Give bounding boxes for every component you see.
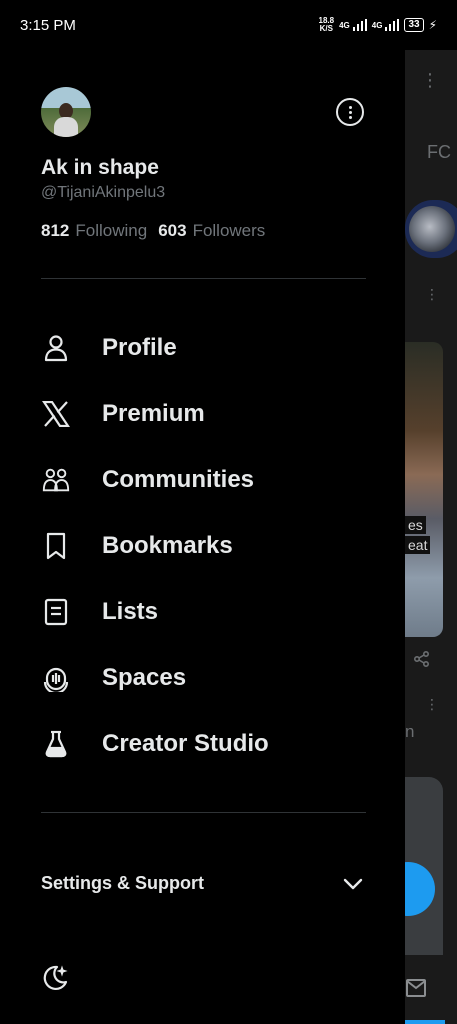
following-label: Following [75, 221, 148, 240]
menu-label: Bookmarks [102, 532, 233, 559]
menu-item-premium[interactable]: Premium [0, 384, 405, 444]
status-bar: 3:15 PM 18.8 K/S 4G 4G 33 ⚡ [0, 0, 457, 50]
account-options-button[interactable] [336, 98, 364, 126]
followers-label: Followers [192, 221, 266, 240]
flask-icon [41, 729, 71, 759]
communities-icon [41, 465, 71, 495]
navigation-drawer: Ak in shape @TijaniAkinpelu3 812 Followin… [0, 0, 405, 1024]
chevron-down-icon [341, 872, 365, 896]
avatar[interactable] [41, 87, 91, 137]
battery-indicator: 33 [404, 18, 424, 32]
user-handle[interactable]: @TijaniAkinpelu3 [41, 184, 165, 202]
follow-stats: 812 Following 603 Followers [41, 221, 265, 241]
post-text-fragment: n [405, 722, 415, 741]
media-caption-bottom: eat [405, 536, 431, 554]
spaces-icon [41, 663, 71, 693]
menu-item-creator-studio[interactable]: Creator Studio [0, 714, 405, 774]
space-avatar [409, 206, 455, 252]
sim2-network-label: 4G [371, 20, 383, 30]
settings-support-toggle[interactable]: Settings & Support [0, 862, 405, 904]
divider [41, 278, 366, 279]
menu-label: Spaces [102, 664, 187, 691]
x-logo-icon [41, 399, 71, 429]
menu-label: Premium [102, 400, 205, 427]
signal-icon [385, 19, 400, 31]
post-media-image[interactable] [405, 342, 443, 637]
list-icon [41, 597, 71, 627]
charging-icon: ⚡ [428, 18, 437, 32]
share-icon[interactable] [413, 650, 431, 673]
menu-item-communities[interactable]: Communities [0, 450, 405, 510]
signal-icon [352, 19, 367, 31]
status-icons: 18.8 K/S 4G 4G 33 ⚡ [319, 17, 437, 33]
settings-support-label: Settings & Support [41, 872, 204, 893]
status-time: 3:15 PM [20, 16, 76, 34]
menu-label: Communities [102, 466, 255, 493]
dot [348, 105, 352, 109]
messages-icon[interactable] [405, 978, 427, 1004]
post-more-icon[interactable]: ⋮ [425, 696, 439, 713]
background-feed[interactable]: ⋮ FC ⋮ es eat ⋮ n [405, 50, 457, 1024]
dot [348, 115, 352, 119]
dot [348, 110, 352, 114]
display-name[interactable]: Ak in shape [41, 156, 159, 180]
following-link[interactable]: 812 Following [41, 221, 147, 241]
moon-icon[interactable] [40, 963, 70, 993]
sim1-network-label: 4G [339, 20, 350, 30]
menu-label: Lists [102, 598, 159, 625]
media-caption-top: es [405, 516, 426, 534]
network-speed: 18.8 K/S [318, 16, 335, 33]
menu-label: Profile [102, 334, 177, 361]
menu-label: Creator Studio [102, 730, 269, 757]
menu-item-spaces[interactable]: Spaces [0, 648, 405, 708]
followers-count: 603 [158, 221, 187, 240]
bookmark-icon [41, 531, 71, 561]
tab-indicator [405, 1020, 445, 1024]
followers-link[interactable]: 603 Followers [158, 221, 265, 241]
person-icon [41, 333, 71, 363]
following-count: 812 [41, 221, 70, 240]
feed-tab-fragment[interactable]: FC [427, 142, 451, 163]
menu-item-bookmarks[interactable]: Bookmarks [0, 516, 405, 576]
overflow-menu-icon[interactable]: ⋮ [421, 70, 439, 91]
avatar-body [54, 117, 78, 137]
post-more-icon[interactable]: ⋮ [425, 286, 439, 303]
menu-item-profile[interactable]: Profile [0, 318, 405, 378]
menu-item-lists[interactable]: Lists [0, 582, 405, 642]
divider [41, 812, 366, 813]
